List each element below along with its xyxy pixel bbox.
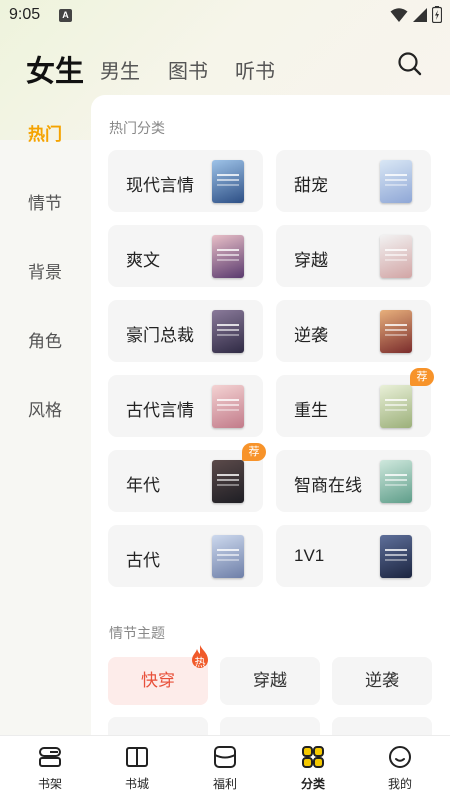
open-book-icon — [126, 747, 148, 767]
category-card[interactable]: 现代言情 — [108, 150, 263, 212]
section-title-plot: 情节主题 — [109, 625, 165, 641]
tab-female[interactable]: 女生 — [26, 48, 84, 90]
category-grid-icon — [302, 746, 324, 768]
book-cover-thumbnail — [380, 160, 412, 203]
bookshelf-icon — [39, 747, 61, 767]
sidebar-item-label: 热门 — [28, 125, 62, 144]
category-card[interactable]: 甜宠 — [276, 150, 431, 212]
category-card-label: 古代言情 — [126, 401, 194, 420]
sidebar-item-label: 背景 — [28, 263, 62, 282]
category-card-label: 古代 — [126, 551, 160, 570]
sidebar-item-background[interactable]: 背景 — [0, 258, 90, 283]
nav-label: 我的 — [387, 777, 412, 791]
sidebar-item-role[interactable]: 角色 — [0, 327, 90, 352]
nav-label: 福利 — [212, 777, 237, 791]
chip-placeholder[interactable] — [108, 717, 208, 735]
category-card[interactable]: 爽文 — [108, 225, 263, 287]
tab-audiobooks[interactable]: 听书 — [235, 55, 275, 84]
hot-badge-text: 热 — [194, 657, 206, 669]
book-cover-thumbnail — [380, 385, 412, 428]
category-card-label: 重生 — [294, 401, 328, 420]
status-time: 9:05 — [9, 6, 41, 23]
bottom-navigation: 书架 书城 福利 分类 我的 — [0, 735, 450, 800]
wifi-icon — [390, 7, 408, 22]
category-card[interactable]: 古代言情 — [108, 375, 263, 437]
profile-smile-icon — [389, 746, 411, 768]
category-card[interactable]: 智商在线 — [276, 450, 431, 512]
category-card-label: 年代 — [126, 476, 160, 495]
sidebar-item-style[interactable]: 风格 — [0, 396, 90, 421]
book-cover-thumbnail — [212, 310, 244, 353]
book-cover-thumbnail — [380, 460, 412, 503]
gift-box-icon — [214, 746, 236, 768]
tab-label: 听书 — [235, 61, 275, 83]
nav-bookstore[interactable]: 书城 — [92, 736, 182, 800]
sidebar-item-hot[interactable]: 热门 — [0, 120, 90, 145]
recommend-badge: 荐 — [242, 443, 266, 461]
tab-label: 图书 — [168, 61, 208, 83]
book-cover-thumbnail — [212, 235, 244, 278]
chip-placeholder[interactable] — [220, 717, 320, 735]
status-bar: 9:05 A — [0, 0, 450, 32]
tab-male[interactable]: 男生 — [100, 55, 140, 84]
chip-placeholder[interactable] — [332, 717, 432, 735]
category-card[interactable]: 古代 — [108, 525, 263, 587]
category-card-label: 甜宠 — [294, 176, 328, 195]
recommend-badge: 荐 — [410, 368, 434, 386]
book-cover-thumbnail — [380, 310, 412, 353]
search-icon — [398, 52, 422, 76]
category-card-label: 智商在线 — [294, 476, 362, 495]
nav-category[interactable]: 分类 — [268, 736, 358, 800]
sidebar-item-label: 风格 — [28, 401, 62, 420]
nav-label: 书城 — [124, 777, 149, 791]
tab-books[interactable]: 图书 — [168, 55, 208, 84]
search-button[interactable] — [397, 51, 423, 77]
category-panel: 热门分类 现代言情 甜宠 爽文 穿越 豪门总裁 逆袭 古代言情 重生荐年代荐智商在线 古代 1V1… — [91, 95, 450, 735]
plot-theme-chip[interactable]: 逆袭 — [332, 657, 432, 705]
notification-icon: A — [59, 9, 72, 22]
category-card-label: 逆袭 — [294, 326, 328, 345]
category-card[interactable]: 重生 荐 — [276, 368, 434, 437]
nav-profile[interactable]: 我的 — [355, 736, 445, 800]
book-cover-thumbnail — [212, 535, 244, 578]
book-cover-thumbnail — [380, 535, 412, 578]
nav-bookshelf[interactable]: 书架 — [5, 736, 95, 800]
category-card[interactable]: 逆袭 — [276, 300, 431, 362]
sidebar-item-label: 角色 — [28, 332, 62, 351]
category-card[interactable]: 豪门总裁 — [108, 300, 263, 362]
tab-label: 男生 — [100, 61, 140, 83]
category-card-label: 爽文 — [126, 251, 160, 270]
nav-label: 分类 — [300, 777, 325, 791]
signal-icon — [413, 7, 427, 22]
category-card-label: 豪门总裁 — [126, 326, 194, 345]
section-title-hot: 热门分类 — [109, 120, 165, 136]
sidebar-item-plot[interactable]: 情节 — [0, 189, 90, 214]
plot-theme-chip[interactable]: 穿越 — [220, 657, 320, 705]
status-icons — [390, 6, 442, 23]
category-card-label: 现代言情 — [126, 176, 194, 195]
category-card-label: 穿越 — [294, 251, 328, 270]
sidebar-item-label: 情节 — [28, 194, 62, 213]
nav-welfare[interactable]: 福利 — [180, 736, 270, 800]
category-card-label: 1V1 — [294, 546, 325, 565]
category-card[interactable]: 年代 荐 — [108, 443, 266, 512]
battery-icon — [432, 6, 442, 23]
category-card[interactable]: 穿越 — [276, 225, 431, 287]
nav-label: 书架 — [37, 777, 62, 791]
book-cover-thumbnail — [212, 460, 244, 503]
book-cover-thumbnail — [212, 160, 244, 203]
category-card[interactable]: 1V1 — [276, 525, 431, 587]
tab-label: 女生 — [26, 56, 85, 88]
book-cover-thumbnail — [380, 235, 412, 278]
book-cover-thumbnail — [212, 385, 244, 428]
